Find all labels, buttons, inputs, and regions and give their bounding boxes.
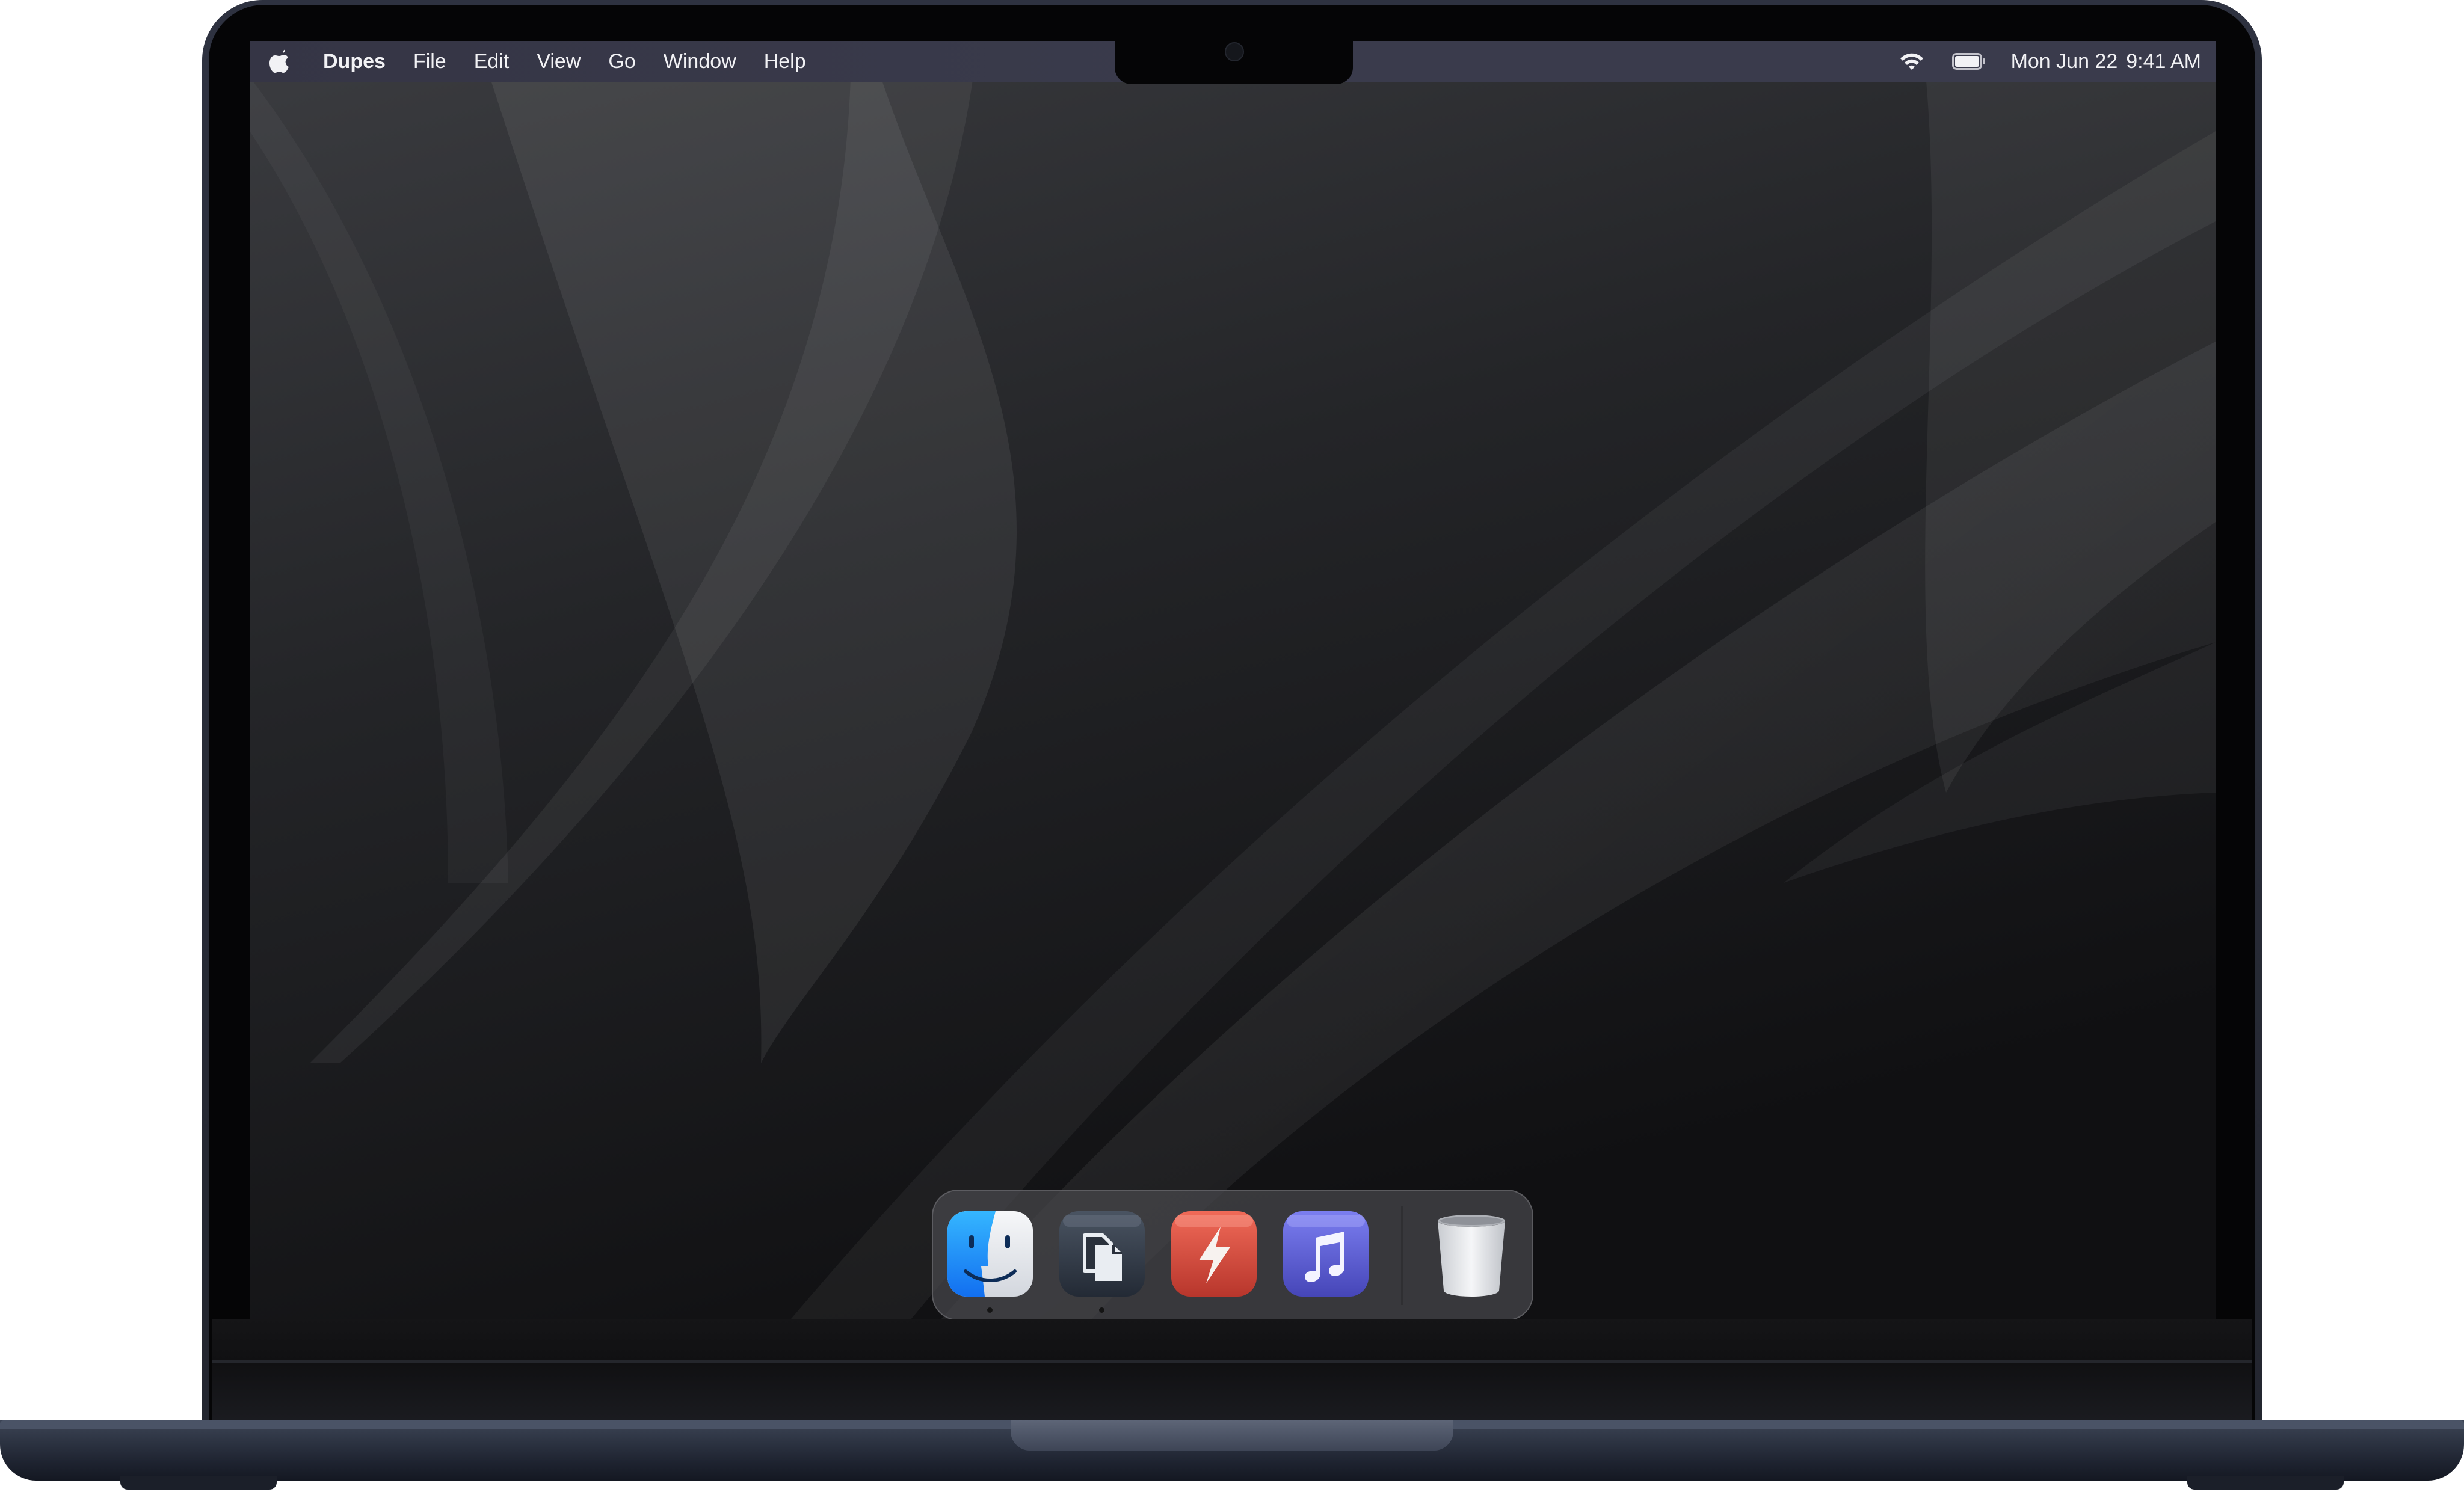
dock-item-music[interactable] (1281, 1209, 1371, 1299)
lid-open-notch (1011, 1420, 1453, 1451)
chin-edge (212, 1360, 2252, 1363)
menubar-clock[interactable]: Mon Jun 22 9:41 AM (2011, 50, 2201, 73)
camera-lens (1225, 42, 1244, 61)
dock (932, 1190, 1533, 1319)
screen-chin (212, 1319, 2252, 1429)
reeder-app-icon (1171, 1211, 1257, 1297)
dupes-app-icon (1059, 1211, 1145, 1297)
menu-help[interactable]: Help (764, 50, 806, 73)
laptop-foot-right (2187, 1476, 2344, 1490)
dock-item-reeder[interactable] (1169, 1209, 1259, 1299)
apple-logo-icon[interactable] (269, 49, 289, 73)
wifi-icon[interactable] (1899, 51, 1924, 72)
dock-item-dupes[interactable] (1057, 1209, 1147, 1299)
menu-file[interactable]: File (413, 50, 446, 73)
dock-separator (1401, 1206, 1403, 1305)
menu-view[interactable]: View (537, 50, 581, 73)
finder-icon (947, 1211, 1033, 1297)
music-app-icon (1283, 1211, 1369, 1297)
battery-icon[interactable] (1951, 53, 1986, 70)
laptop-foot-left (120, 1476, 277, 1490)
running-indicator-dupes (1099, 1307, 1104, 1313)
desktop-wallpaper (250, 41, 2216, 1319)
trash-icon (1438, 1215, 1505, 1297)
desktop-screen: Dupes File Edit View Go Window Help Mon … (250, 41, 2216, 1319)
app-menu-dupes[interactable]: Dupes (323, 50, 386, 73)
menubar-time: 9:41 AM (2126, 49, 2201, 73)
menubar-date: Mon Jun 22 (2010, 49, 2118, 73)
menu-window[interactable]: Window (664, 50, 736, 73)
menu-edit[interactable]: Edit (474, 50, 510, 73)
dock-item-finder[interactable] (945, 1209, 1035, 1299)
menu-go[interactable]: Go (608, 50, 635, 73)
dock-item-trash[interactable] (1426, 1209, 1517, 1299)
running-indicator-finder (987, 1307, 993, 1313)
